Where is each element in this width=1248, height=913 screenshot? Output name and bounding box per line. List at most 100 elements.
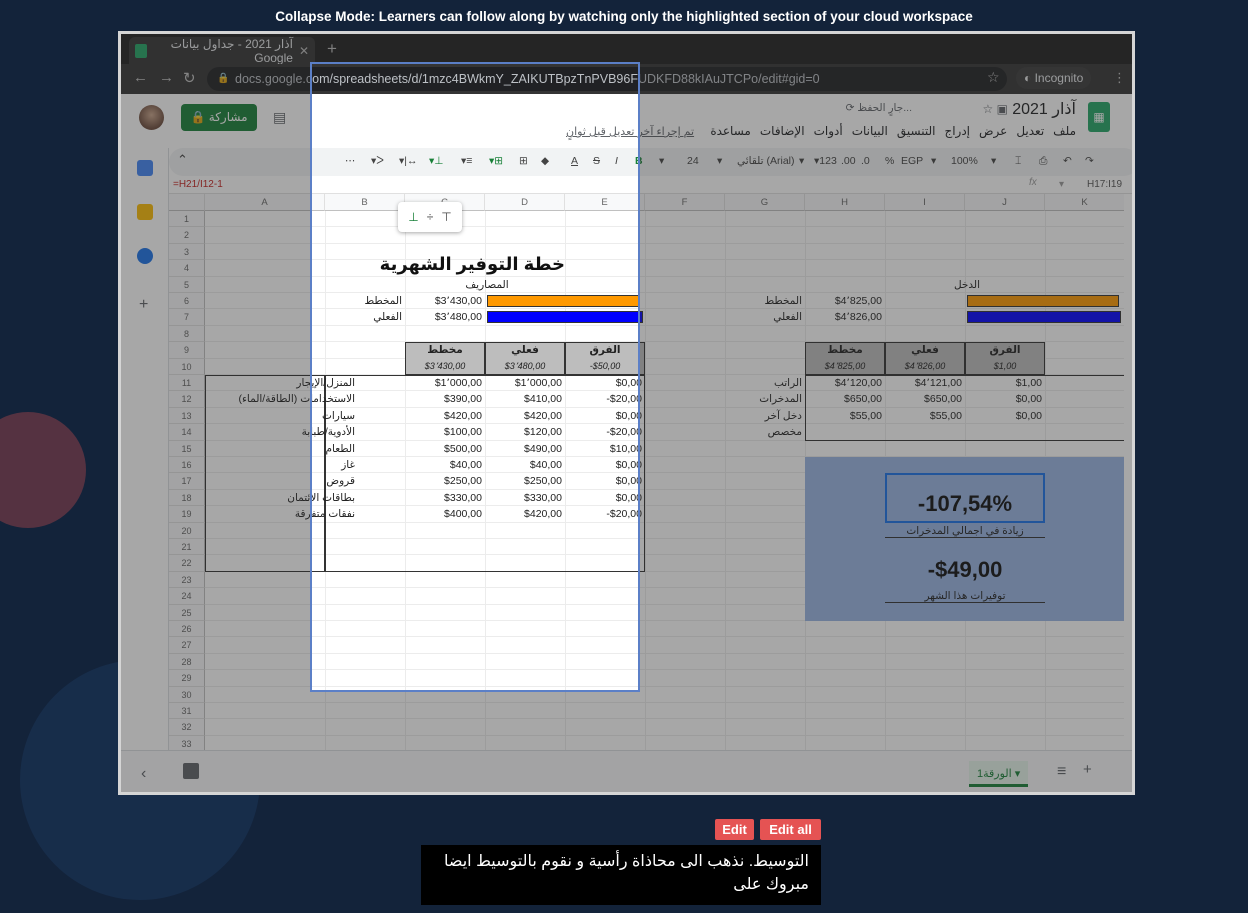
row-gridline: [205, 685, 1124, 687]
add-sheet-icon[interactable]: +: [1083, 761, 1092, 778]
menu-addons[interactable]: الإضافات: [760, 124, 805, 138]
redo-icon[interactable]: ↷: [1085, 155, 1094, 167]
row-gridline: [205, 669, 1124, 671]
row-gridline: [205, 734, 1124, 736]
row-header: 25: [169, 604, 205, 621]
column-header: A: [205, 194, 325, 211]
zoom-select[interactable]: 100%: [951, 155, 978, 167]
expense-actual: $410,00: [524, 393, 562, 406]
last-edit-link[interactable]: تم إجراء آخر تعديل قبل ثوانٍ: [566, 125, 694, 138]
url-text: docs.google.com/spreadsheets/d/1mzc4BWkm…: [235, 72, 820, 86]
menu-view[interactable]: عرض: [979, 124, 1007, 138]
income-actual: $650,00: [924, 393, 962, 406]
expense-planned: $1٬000,00: [434, 377, 482, 389]
percent-button[interactable]: %: [885, 155, 894, 167]
font-size-field[interactable]: 24: [687, 155, 699, 167]
bookmark-star-icon[interactable]: ☆: [987, 69, 1000, 86]
expense-actual: $330,00: [524, 491, 562, 504]
reload-icon[interactable]: ↻: [183, 69, 196, 87]
row-gridline: [205, 718, 1124, 720]
number-format-label: 123: [819, 155, 837, 167]
row-header: 12: [169, 391, 205, 408]
row-header: 32: [169, 719, 205, 736]
inc-col-planned: مخطط: [827, 344, 863, 357]
url-field[interactable]: 🔒 docs.google.com/spreadsheets/d/1mzc4BW…: [207, 67, 1007, 91]
menu-format[interactable]: التنسيق: [897, 124, 936, 138]
font-size-dropdown-icon[interactable]: ▾: [717, 155, 722, 167]
star-icon[interactable]: ☆: [983, 102, 994, 116]
savings-percent: -107,54%: [917, 491, 1013, 517]
collapse-sidebar-icon[interactable]: ‹: [141, 765, 146, 783]
font-family-select[interactable]: تلقائي (Arial): [737, 155, 795, 167]
menu-file[interactable]: ملف: [1053, 124, 1076, 138]
subtitle-box[interactable]: التوسيط. نذهب الى محاذاة رأسية و نقوم با…: [421, 845, 821, 905]
horizontal-align-icon[interactable]: ▾≡: [461, 155, 472, 167]
undo-icon[interactable]: ↶: [1063, 155, 1072, 167]
expenses-planned-label: المخطط: [364, 295, 402, 307]
tasks-icon[interactable]: [137, 248, 153, 264]
menu-help[interactable]: مساعدة: [710, 124, 751, 138]
currency-button[interactable]: EGP: [901, 155, 923, 167]
comment-icon[interactable]: ▤: [273, 109, 286, 126]
formula-input[interactable]: =H21/I12-1: [173, 179, 223, 190]
income-category: دخل آخر: [764, 409, 802, 422]
borders-icon[interactable]: ⊞: [519, 155, 528, 167]
text-wrap-icon[interactable]: ▾|↔: [399, 155, 418, 167]
keep-icon[interactable]: [137, 204, 153, 220]
font-size-menu-icon[interactable]: ▾: [659, 155, 664, 167]
doc-title[interactable]: آذار 2021: [1012, 99, 1076, 119]
strikethrough-icon[interactable]: S: [593, 155, 600, 167]
sheet-tab-label: الورقة1: [977, 768, 1012, 780]
new-tab-icon[interactable]: +: [327, 39, 337, 59]
increase-decimal-button[interactable]: .0: [861, 155, 870, 167]
avatar[interactable]: [139, 105, 164, 130]
browser-tab[interactable]: ✕ آذار 2021 - جداول بيانات Google: [129, 37, 315, 65]
more-icon[interactable]: ⋯: [345, 155, 356, 167]
move-folder-icon[interactable]: ▣: [997, 102, 1008, 116]
row-gridline: [205, 242, 1124, 244]
spreadsheet-grid[interactable]: A B C D E F G H I J K 1 2 3 4 5 6 7 8 9 10 11 12 13 14 15 16 17 18 19…: [169, 194, 1124, 750]
text-rotation-icon[interactable]: ▾ᐳ: [371, 155, 384, 167]
expense-diff: $0,00: [615, 491, 642, 504]
merge-cells-icon[interactable]: ▾⊞: [489, 155, 503, 167]
number-format-button[interactable]: ▾123: [814, 155, 837, 167]
name-box[interactable]: H17:I19: [1087, 179, 1122, 190]
row-header: 1: [169, 211, 205, 228]
edit-all-button[interactable]: Edit all: [760, 819, 821, 840]
expense-category: الأدوية/طبابة: [301, 426, 355, 439]
forward-icon[interactable]: →: [159, 69, 174, 86]
close-icon[interactable]: ✕: [299, 44, 309, 58]
print-icon[interactable]: ⎙: [1039, 155, 1047, 168]
decrease-decimal-button[interactable]: .00: [841, 155, 856, 167]
paint-format-icon[interactable]: ⌶: [1015, 155, 1021, 168]
calendar-icon[interactable]: [137, 160, 153, 176]
expense-planned: $420,00: [444, 409, 482, 422]
font-family-dropdown-icon[interactable]: ▾: [799, 155, 804, 167]
sheet-footer: ‹ الورقة1 ▾ ≡ +: [121, 750, 1132, 792]
incognito-badge[interactable]: ◐ Incognito: [1016, 67, 1092, 89]
all-sheets-icon[interactable]: ≡: [1057, 763, 1066, 781]
italic-icon[interactable]: I: [615, 155, 618, 167]
menu-edit[interactable]: تعديل: [1016, 124, 1044, 138]
vertical-align-icon[interactable]: ▾⊥: [429, 155, 443, 167]
menu-tools[interactable]: أدوات: [814, 124, 843, 138]
browser-menu-icon[interactable]: ⋮: [1113, 70, 1126, 86]
text-color-icon[interactable]: A: [571, 155, 578, 167]
back-icon[interactable]: ←: [133, 69, 148, 86]
share-button[interactable]: 🔒 مشاركة: [181, 104, 257, 131]
fill-color-icon[interactable]: ◆: [541, 155, 549, 167]
zoom-dropdown-icon[interactable]: ▾: [931, 155, 936, 167]
add-addon-icon[interactable]: +: [139, 296, 148, 314]
name-box-dropdown-icon[interactable]: ▾: [1059, 179, 1064, 190]
collapse-toolbar-icon[interactable]: ⌃: [177, 152, 188, 168]
explore-icon[interactable]: [183, 763, 199, 779]
expense-planned: $500,00: [444, 442, 482, 455]
sheet-tab-active[interactable]: الورقة1 ▾: [969, 761, 1029, 787]
edit-button[interactable]: Edit: [715, 819, 754, 840]
menu-insert[interactable]: إدراج: [944, 124, 970, 138]
sheets-logo-icon[interactable]: ▦: [1088, 102, 1110, 132]
menu-data[interactable]: البيانات: [852, 124, 888, 138]
zoom-menu-icon[interactable]: ▾: [991, 155, 996, 167]
row-header: 22: [169, 555, 205, 572]
bold-icon[interactable]: B: [635, 155, 643, 167]
